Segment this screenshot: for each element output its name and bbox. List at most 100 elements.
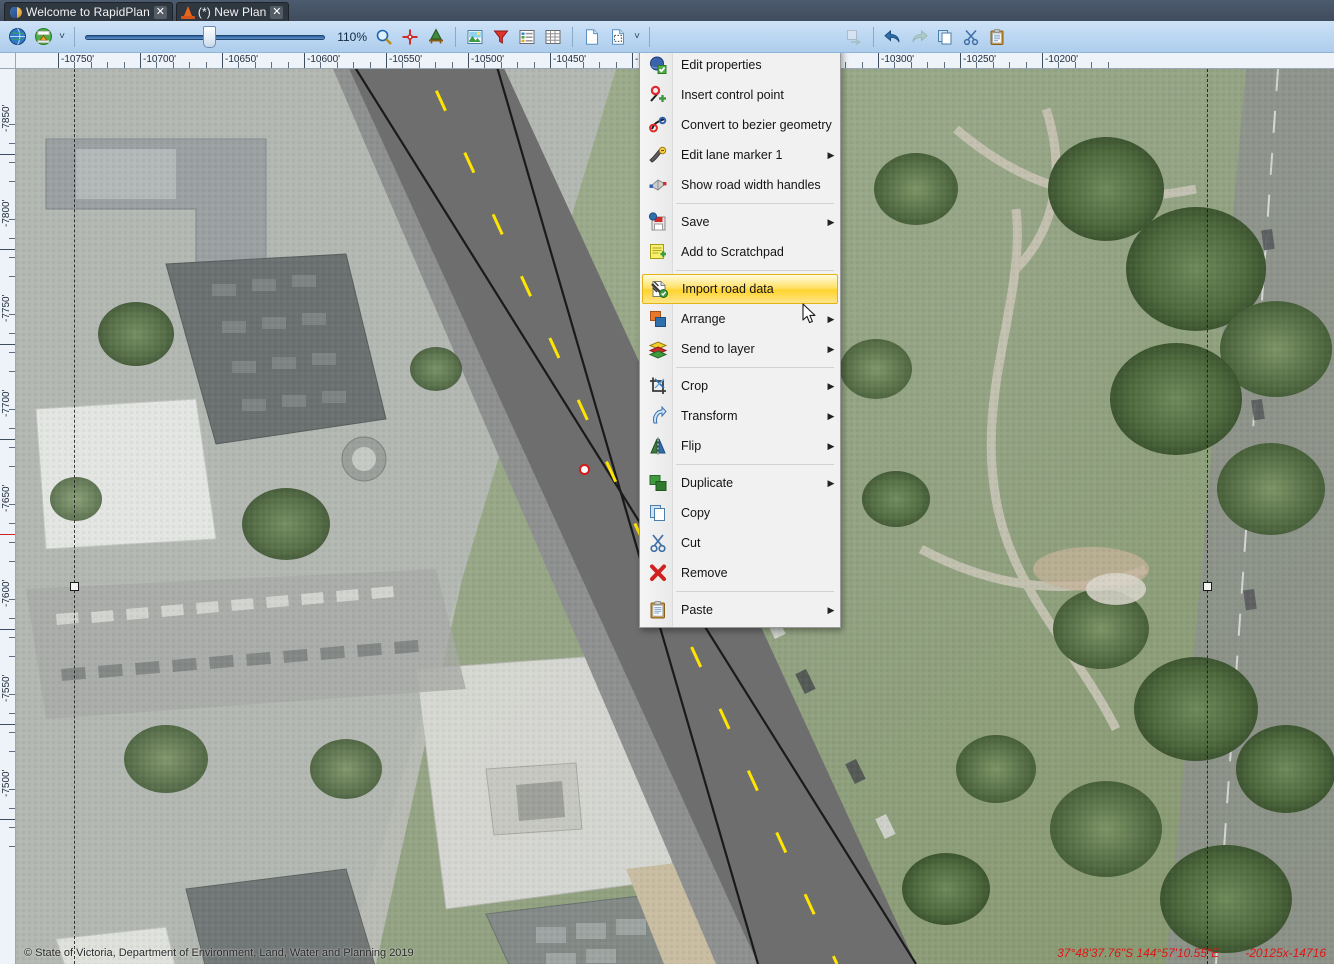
copy-icon bbox=[644, 501, 672, 525]
map-source-dropdown-caret[interactable]: ˅ bbox=[56, 24, 68, 50]
redo-button bbox=[906, 24, 932, 50]
ruler-tick-h bbox=[1074, 62, 1076, 68]
ruler-tick-h bbox=[500, 62, 502, 68]
table-icon bbox=[545, 29, 561, 44]
scratchpad-icon bbox=[644, 240, 672, 264]
ruler-tick-h bbox=[1107, 62, 1109, 68]
menu-item-flip[interactable]: Flip ▶ bbox=[640, 431, 840, 461]
menu-item-paste[interactable]: Paste ▶ bbox=[640, 595, 840, 625]
ruler-tick-v bbox=[9, 808, 15, 809]
ruler-corner[interactable] bbox=[0, 53, 16, 69]
filter-button[interactable] bbox=[488, 24, 514, 50]
undo-button[interactable] bbox=[880, 24, 906, 50]
zoom-level-label: 110% bbox=[337, 29, 367, 44]
table-button[interactable] bbox=[540, 24, 566, 50]
page-dropdown-caret[interactable]: ˅ bbox=[631, 24, 643, 50]
ruler-tick-v bbox=[9, 561, 15, 562]
copy-button[interactable] bbox=[932, 24, 958, 50]
menu-item-cut[interactable]: Cut bbox=[640, 528, 840, 558]
object-context-menu[interactable]: Edit properties Insert control point Conve… bbox=[639, 53, 841, 628]
menu-item-show-road-width-handles[interactable]: Show road width handles bbox=[640, 170, 840, 200]
ruler-label-h: -10700' bbox=[140, 53, 176, 68]
ruler-tick-h bbox=[90, 62, 92, 68]
toolbar-separator bbox=[649, 26, 650, 47]
ruler-tick-h bbox=[845, 62, 847, 68]
menu-item-add-to-scratchpad[interactable]: Add to Scratchpad bbox=[640, 237, 840, 267]
menu-item-label: Remove bbox=[681, 566, 728, 580]
ruler-tick-h bbox=[123, 62, 125, 68]
legend-button[interactable] bbox=[514, 24, 540, 50]
menu-item-remove[interactable]: Remove bbox=[640, 558, 840, 588]
sign-library-button[interactable] bbox=[30, 24, 56, 50]
menu-item-label: Import road data bbox=[682, 282, 774, 296]
tab-new-plan[interactable]: (*) New Plan ✕ bbox=[175, 2, 290, 21]
menu-item-edit-lane-marker-1[interactable]: Edit lane marker 1 ▶ bbox=[640, 140, 840, 170]
ruler-tick-v bbox=[9, 314, 15, 315]
plan-canvas[interactable]: © State of Victoria, Department of Envir… bbox=[0, 53, 1334, 964]
menu-item-copy[interactable]: Copy bbox=[640, 498, 840, 528]
menu-item-duplicate[interactable]: Duplicate ▶ bbox=[640, 468, 840, 498]
ruler-tick-v bbox=[9, 846, 15, 847]
ruler-label-v: -7750' bbox=[0, 295, 15, 345]
tab-close-icon[interactable]: ✕ bbox=[270, 5, 284, 19]
ruler-tick-v bbox=[9, 352, 15, 353]
ruler-tick-v bbox=[9, 751, 15, 752]
zoom-slider[interactable] bbox=[85, 24, 325, 50]
ruler-tick-v bbox=[9, 694, 15, 695]
ruler-tick-v bbox=[9, 409, 15, 410]
toolbar-separator bbox=[74, 26, 75, 47]
toolbar-separator bbox=[455, 26, 456, 47]
zoom-slider-thumb[interactable] bbox=[203, 25, 217, 48]
ruler-tick-v bbox=[9, 618, 15, 619]
menu-item-crop[interactable]: Crop ▶ bbox=[640, 371, 840, 401]
ruler-label-v: -7800' bbox=[0, 200, 15, 250]
send-to-layer-icon bbox=[644, 337, 672, 361]
ruler-label-h: -10450' bbox=[550, 53, 586, 68]
ruler-tick-v bbox=[9, 789, 15, 790]
tab-close-icon[interactable]: ✕ bbox=[153, 5, 167, 19]
add-control-point-button[interactable] bbox=[397, 24, 423, 50]
menu-item-label: Cut bbox=[681, 536, 701, 550]
image-properties-button[interactable] bbox=[462, 24, 488, 50]
ruler-label-h: -10600' bbox=[304, 53, 340, 68]
menu-item-save[interactable]: Save ▶ bbox=[640, 207, 840, 237]
road-control-point[interactable] bbox=[579, 464, 590, 475]
menu-item-label: Send to layer bbox=[681, 342, 755, 356]
tab-welcome-to-rapidplan[interactable]: Welcome to RapidPlan ✕ bbox=[4, 2, 173, 21]
lane-marker-icon bbox=[644, 143, 672, 167]
vertical-ruler[interactable]: -7850' -7800' -7750' -7700' -7650' -7600' -755… bbox=[0, 53, 16, 964]
crop-icon bbox=[644, 374, 672, 398]
menu-item-edit-properties[interactable]: Edit properties bbox=[640, 53, 840, 80]
menu-item-convert-to-bezier-geometry[interactable]: Convert to bezier geometry bbox=[640, 110, 840, 140]
globe-map-button[interactable] bbox=[4, 24, 30, 50]
selection-bound-right bbox=[1207, 69, 1208, 964]
menu-item-arrange[interactable]: Arrange ▶ bbox=[640, 304, 840, 334]
menu-item-send-to-layer[interactable]: Send to layer ▶ bbox=[640, 334, 840, 364]
menu-item-insert-control-point[interactable]: Insert control point bbox=[640, 80, 840, 110]
cut-button[interactable] bbox=[958, 24, 984, 50]
ruler-tick-h bbox=[189, 62, 191, 68]
ruler-tick-v bbox=[9, 238, 15, 239]
menu-item-label: Save bbox=[681, 215, 710, 229]
selection-handle-right[interactable] bbox=[1203, 582, 1212, 591]
menu-item-transform[interactable]: Transform ▶ bbox=[640, 401, 840, 431]
selection-handle-left[interactable] bbox=[70, 582, 79, 591]
ruler-tick-v bbox=[9, 637, 15, 638]
page-select-icon bbox=[612, 28, 624, 45]
arrange-icon bbox=[644, 307, 672, 331]
menu-item-import-road-data[interactable]: Import road data bbox=[642, 274, 838, 304]
image-properties-icon bbox=[467, 29, 483, 44]
page-select-button[interactable] bbox=[605, 24, 631, 50]
tab-bar: Welcome to RapidPlan ✕ (*) New Plan ✕ bbox=[0, 0, 1334, 21]
paste-button[interactable] bbox=[984, 24, 1010, 50]
menu-item-label: Flip bbox=[681, 439, 702, 453]
import-road-data-icon bbox=[645, 277, 673, 301]
ruler-label-h: -10500' bbox=[468, 53, 504, 68]
ruler-tick-h bbox=[992, 62, 994, 68]
ruler-label-h: -10200' bbox=[1042, 53, 1078, 68]
ruler-tick-v bbox=[9, 827, 15, 828]
new-page-button[interactable] bbox=[579, 24, 605, 50]
zoom-tool-button[interactable] bbox=[371, 24, 397, 50]
edit-properties-icon bbox=[644, 53, 672, 77]
add-measurement-button[interactable] bbox=[423, 24, 449, 50]
